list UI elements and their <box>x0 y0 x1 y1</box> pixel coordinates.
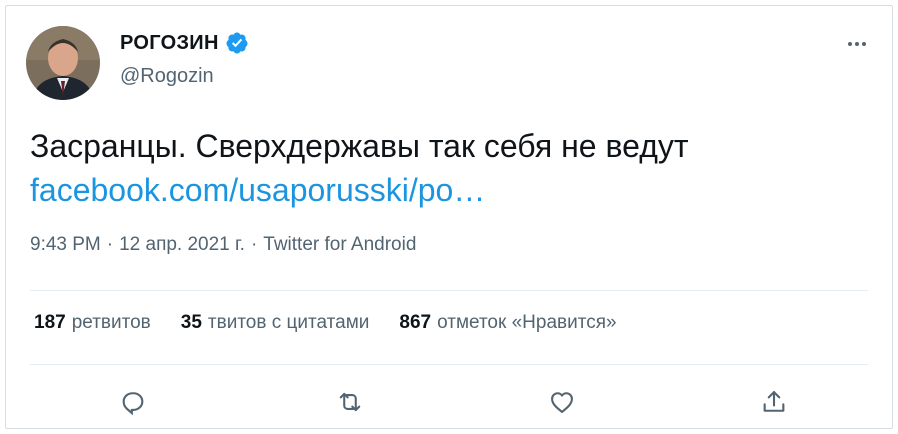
tweet-source[interactable]: Twitter for Android <box>263 234 416 256</box>
avatar-photo-icon <box>26 26 100 100</box>
tweet-actions <box>6 378 894 422</box>
tweet-meta: 9:43 PM · 12 апр. 2021 г. · Twitter for … <box>30 234 416 256</box>
tweet-text: Засранцы. Сверхдержавы так себя не ведут <box>30 128 689 164</box>
more-options-icon[interactable] <box>842 32 872 56</box>
quotes-stat[interactable]: 35 твитов с цитатами <box>181 312 370 334</box>
likes-stat[interactable]: 867 отметок «Нравится» <box>399 312 616 334</box>
tweet-stats: 187 ретвитов 35 твитов с цитатами 867 от… <box>34 312 617 334</box>
avatar[interactable] <box>26 26 100 100</box>
tweet-date[interactable]: 12 апр. 2021 г. <box>119 234 245 256</box>
retweets-count: 187 <box>34 312 66 333</box>
verified-badge-icon <box>226 32 248 54</box>
reply-icon[interactable] <box>117 386 149 418</box>
retweets-label: ретвитов <box>71 312 151 333</box>
retweets-stat[interactable]: 187 ретвитов <box>34 312 151 334</box>
author-handle[interactable]: @Rogozin <box>120 65 214 88</box>
like-icon[interactable] <box>546 386 578 418</box>
divider <box>30 290 868 291</box>
retweet-icon[interactable] <box>334 386 366 418</box>
author-display-name[interactable]: РОГОЗИН <box>120 32 219 55</box>
author-name-row[interactable]: РОГОЗИН <box>120 31 249 55</box>
tweet-card: РОГОЗИН @Rogozin Засранцы. Сверхдержавы … <box>5 5 893 429</box>
quotes-label: твитов с цитатами <box>207 312 370 333</box>
meta-separator: · <box>106 234 114 255</box>
tweet-time[interactable]: 9:43 PM <box>30 234 101 256</box>
tweet-link[interactable]: facebook.com/usaporusski/po… <box>30 168 485 212</box>
meta-separator: · <box>250 234 258 255</box>
likes-count: 867 <box>399 312 432 333</box>
share-icon[interactable] <box>758 386 790 418</box>
quotes-count: 35 <box>180 312 202 333</box>
likes-label: отметок «Нравится» <box>437 312 617 333</box>
divider <box>30 364 868 365</box>
